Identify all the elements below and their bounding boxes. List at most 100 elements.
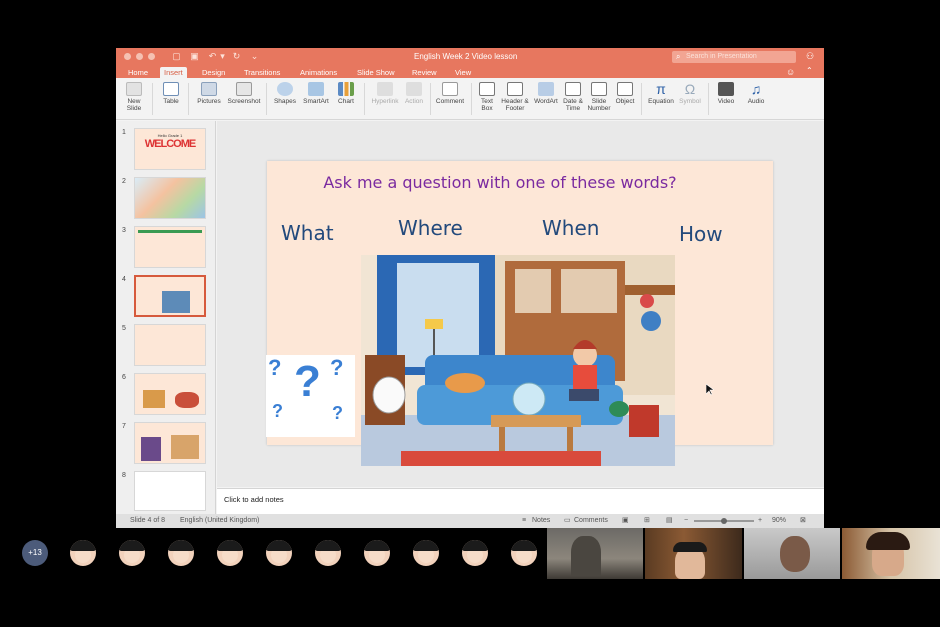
- ribbon-divider: [152, 83, 153, 115]
- notes-toggle[interactable]: Notes: [532, 514, 550, 528]
- participant-video-tile[interactable]: [842, 528, 940, 579]
- tab-home[interactable]: Home: [124, 67, 152, 78]
- new-slide-button[interactable]: New Slide: [120, 82, 148, 112]
- participant-avatar[interactable]: [70, 540, 96, 566]
- zoom-out-icon[interactable]: −: [684, 514, 688, 528]
- slide-thumbnail-1[interactable]: Hello Grade 1 WELCOME: [134, 128, 206, 170]
- undo-dropdown-icon[interactable]: ▾: [217, 51, 228, 62]
- slide-thumbnail-6[interactable]: [134, 373, 206, 415]
- slide-thumbnail-7[interactable]: [134, 422, 206, 464]
- slide-thumbnail-3[interactable]: [134, 226, 206, 268]
- fishbowl: [512, 382, 546, 416]
- tab-review[interactable]: Review: [408, 67, 441, 78]
- redo-icon[interactable]: ↻: [231, 51, 242, 62]
- action-button[interactable]: Action: [402, 82, 426, 105]
- thumb-picture: [143, 390, 165, 408]
- smartart-button[interactable]: SmartArt: [301, 82, 331, 105]
- notes-placeholder: Click to add notes: [224, 495, 284, 504]
- notes-field[interactable]: Click to add notes: [217, 488, 824, 514]
- symbol-button[interactable]: Ω Symbol: [678, 82, 702, 105]
- participant-avatar[interactable]: [168, 540, 194, 566]
- participant-video-tile[interactable]: [547, 528, 643, 579]
- slide-thumbnail-5[interactable]: [134, 324, 206, 366]
- slide-thumbnail-8[interactable]: [134, 471, 206, 511]
- search-input[interactable]: ⌕ Search in Presentation: [672, 51, 796, 63]
- participant-avatar[interactable]: [315, 540, 341, 566]
- wordart-button[interactable]: WordArt: [532, 82, 560, 105]
- tab-slide-show[interactable]: Slide Show: [353, 67, 399, 78]
- sidebar-toggle-icon[interactable]: ▢: [171, 51, 182, 62]
- more-participants-badge[interactable]: +13: [22, 540, 48, 566]
- word-how: How: [679, 222, 723, 246]
- slide-number: 5: [122, 325, 126, 332]
- save-icon[interactable]: ▣: [189, 51, 200, 62]
- feedback-smiley-icon[interactable]: ☺: [786, 67, 795, 77]
- slide-thumbnail-2[interactable]: [134, 177, 206, 219]
- participant-avatar[interactable]: [413, 540, 439, 566]
- table-button[interactable]: Table: [159, 82, 183, 105]
- text-box-label: Text Box: [481, 98, 493, 112]
- text-box-button[interactable]: Text Box: [476, 82, 498, 112]
- object-button[interactable]: Object: [614, 82, 636, 105]
- participant-video-tile[interactable]: [744, 528, 840, 579]
- participant-video-tile[interactable]: [645, 528, 742, 579]
- tab-view[interactable]: View: [451, 67, 475, 78]
- slide-number-button[interactable]: Slide Number: [586, 82, 612, 112]
- reading-view-icon[interactable]: ▤: [666, 514, 673, 528]
- minimize-window-button[interactable]: [136, 53, 143, 60]
- zoom-slider-knob[interactable]: [721, 518, 727, 524]
- fit-to-window-icon[interactable]: ⊠: [800, 514, 806, 528]
- tab-transitions[interactable]: Transitions: [240, 67, 284, 78]
- close-window-button[interactable]: [124, 53, 131, 60]
- normal-view-icon[interactable]: ▣: [622, 514, 629, 528]
- pictures-label: Pictures: [197, 98, 221, 105]
- music-note-icon: ♫: [750, 81, 762, 97]
- language-indicator[interactable]: English (United Kingdom): [180, 514, 259, 528]
- dog: [372, 376, 406, 414]
- zoom-in-icon[interactable]: +: [758, 514, 762, 528]
- header-footer-button[interactable]: Header & Footer: [500, 82, 530, 112]
- table-label: Table: [163, 98, 179, 105]
- zoom-level[interactable]: 90%: [772, 514, 786, 528]
- shapes-button[interactable]: Shapes: [272, 82, 298, 105]
- equation-button[interactable]: π Equation: [646, 82, 676, 105]
- slide-thumbnail-4[interactable]: [134, 275, 206, 317]
- shelf: [625, 285, 675, 295]
- participant-avatar[interactable]: [364, 540, 390, 566]
- current-slide[interactable]: Ask me a question with one of these word…: [266, 161, 773, 466]
- collapse-ribbon-icon[interactable]: ⌃: [806, 66, 813, 75]
- boy-shirt: [573, 365, 597, 389]
- slide-number: 4: [122, 276, 126, 283]
- tab-animations[interactable]: Animations: [296, 67, 341, 78]
- participant-avatar[interactable]: [266, 540, 292, 566]
- slide-number: 8: [122, 472, 126, 479]
- participant-hair: [673, 542, 707, 552]
- comment-button[interactable]: Comment: [434, 82, 466, 105]
- flower-pot: [641, 311, 661, 331]
- chart-button[interactable]: Chart: [334, 82, 358, 105]
- date-time-button[interactable]: Date & Time: [562, 82, 584, 112]
- pictures-button[interactable]: Pictures: [194, 82, 224, 105]
- zoom-slider[interactable]: [694, 518, 754, 524]
- hyperlink-label: Hyperlink: [371, 98, 399, 105]
- hyperlink-button[interactable]: Hyperlink: [369, 82, 401, 105]
- shapes-icon: [277, 82, 293, 96]
- text-box-icon: [479, 82, 495, 96]
- screenshot-button[interactable]: Screenshot: [226, 82, 262, 105]
- audio-button[interactable]: ♫ Audio: [744, 82, 768, 105]
- customize-toolbar-icon[interactable]: ⌄: [249, 51, 260, 62]
- slide-sorter-icon[interactable]: ⊞: [644, 514, 650, 528]
- participant-avatar[interactable]: [217, 540, 243, 566]
- pictures-icon: [201, 82, 217, 96]
- slide-counter: Slide 4 of 8: [130, 517, 166, 524]
- participant-avatar[interactable]: [462, 540, 488, 566]
- participant-avatar[interactable]: [511, 540, 537, 566]
- maximize-window-button[interactable]: [148, 53, 155, 60]
- participant-avatar[interactable]: [119, 540, 145, 566]
- thumb-picture: [171, 435, 199, 459]
- video-button[interactable]: Video: [714, 82, 738, 105]
- tab-insert[interactable]: Insert: [160, 67, 187, 78]
- comments-toggle[interactable]: Comments: [574, 514, 608, 528]
- share-icon[interactable]: ⚇: [806, 51, 814, 62]
- tab-design[interactable]: Design: [198, 67, 229, 78]
